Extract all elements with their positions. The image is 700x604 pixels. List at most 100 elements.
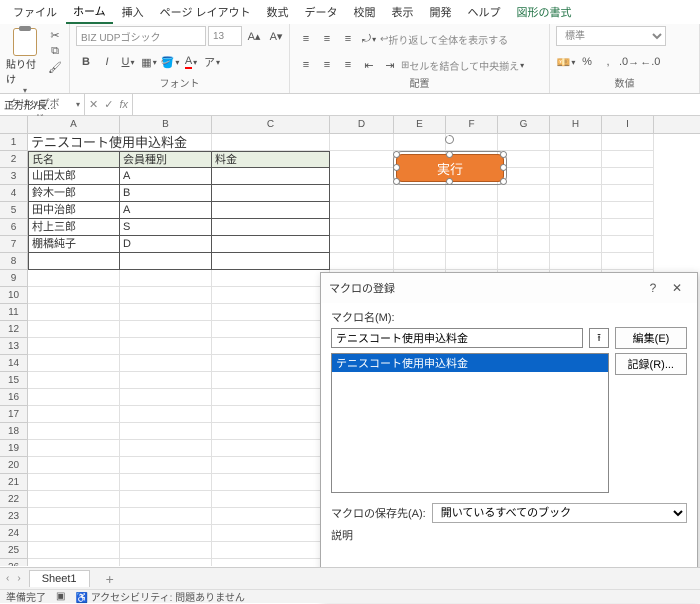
row-header[interactable]: 16 xyxy=(0,389,28,406)
cell[interactable] xyxy=(498,236,550,253)
font-name-select[interactable] xyxy=(76,26,206,46)
align-middle-icon[interactable]: ≡ xyxy=(317,29,337,49)
bold-button[interactable]: B xyxy=(76,52,96,72)
sheet-tab[interactable]: Sheet1 xyxy=(29,570,90,587)
row-header[interactable]: 5 xyxy=(0,202,28,219)
col-header[interactable]: G xyxy=(498,116,550,133)
cell[interactable]: A xyxy=(120,202,212,219)
cell[interactable] xyxy=(446,185,498,202)
cell[interactable] xyxy=(602,202,654,219)
cell[interactable] xyxy=(212,542,330,559)
formula-input[interactable] xyxy=(133,94,700,115)
cell[interactable] xyxy=(28,253,120,270)
cell[interactable] xyxy=(28,287,120,304)
list-item[interactable]: テニスコート使用申込料金 xyxy=(332,354,608,372)
cell[interactable]: 氏名 xyxy=(28,151,120,168)
align-left-icon[interactable]: ≡ xyxy=(296,55,316,75)
cell[interactable] xyxy=(602,253,654,270)
border-button[interactable]: ▦ xyxy=(139,52,159,72)
cell[interactable] xyxy=(212,355,330,372)
cell[interactable] xyxy=(498,185,550,202)
cell[interactable] xyxy=(28,321,120,338)
cell[interactable] xyxy=(28,304,120,321)
menu-dev[interactable]: 開発 xyxy=(423,1,459,23)
cell[interactable] xyxy=(120,270,212,287)
name-box[interactable]: 正方形/長…▾ xyxy=(0,94,85,115)
menu-formulas[interactable]: 数式 xyxy=(260,1,296,23)
underline-button[interactable]: U xyxy=(118,52,138,72)
cell[interactable] xyxy=(120,525,212,542)
cell[interactable] xyxy=(394,202,446,219)
cell[interactable] xyxy=(212,270,330,287)
menu-review[interactable]: 校閲 xyxy=(347,1,383,23)
cell[interactable]: D xyxy=(120,236,212,253)
cell[interactable] xyxy=(28,525,120,542)
cut-icon[interactable]: ✂ xyxy=(47,28,63,42)
cell[interactable] xyxy=(498,253,550,270)
cell[interactable] xyxy=(120,253,212,270)
col-header[interactable]: I xyxy=(602,116,654,133)
cell[interactable] xyxy=(550,151,602,168)
menu-view[interactable]: 表示 xyxy=(385,1,421,23)
currency-icon[interactable]: 💴 xyxy=(556,52,576,72)
cell[interactable] xyxy=(212,236,330,253)
macro-list[interactable]: テニスコート使用申込料金 xyxy=(331,353,609,493)
col-header[interactable]: A xyxy=(28,116,120,133)
cell[interactable] xyxy=(394,253,446,270)
cell[interactable] xyxy=(446,134,498,151)
row-header[interactable]: 17 xyxy=(0,406,28,423)
inc-decimal-icon[interactable]: .0→ xyxy=(619,52,639,72)
cell[interactable] xyxy=(212,406,330,423)
cell[interactable] xyxy=(330,253,394,270)
cell[interactable] xyxy=(120,321,212,338)
menu-data[interactable]: データ xyxy=(298,1,345,23)
menu-file[interactable]: ファイル xyxy=(6,1,64,23)
cell[interactable] xyxy=(550,236,602,253)
row-header[interactable]: 9 xyxy=(0,270,28,287)
cell[interactable]: 棚橋純子 xyxy=(28,236,120,253)
cell[interactable] xyxy=(28,440,120,457)
align-right-icon[interactable]: ≡ xyxy=(338,55,358,75)
macro-rec-icon[interactable]: ▣ xyxy=(56,591,65,602)
cell[interactable] xyxy=(212,389,330,406)
cell[interactable] xyxy=(446,236,498,253)
cell[interactable] xyxy=(394,236,446,253)
cell[interactable] xyxy=(120,508,212,525)
row-header[interactable]: 1 xyxy=(0,134,28,151)
cell[interactable]: 会員種別 xyxy=(120,151,212,168)
align-bottom-icon[interactable]: ≡ xyxy=(338,29,358,49)
cell[interactable]: 鈴木一郎 xyxy=(28,185,120,202)
cell[interactable] xyxy=(498,202,550,219)
row-header[interactable]: 8 xyxy=(0,253,28,270)
row-header[interactable]: 12 xyxy=(0,321,28,338)
cell[interactable] xyxy=(330,134,394,151)
cell[interactable] xyxy=(212,134,330,151)
number-format-select[interactable]: 標準 xyxy=(556,26,666,46)
cell[interactable] xyxy=(212,440,330,457)
col-header[interactable]: B xyxy=(120,116,212,133)
row-header[interactable]: 26 xyxy=(0,559,28,566)
menu-home[interactable]: ホーム xyxy=(66,0,113,24)
cell[interactable] xyxy=(212,185,330,202)
row-header[interactable]: 22 xyxy=(0,491,28,508)
cell[interactable] xyxy=(330,219,394,236)
col-header[interactable]: F xyxy=(446,116,498,133)
cell[interactable] xyxy=(28,491,120,508)
cell[interactable] xyxy=(602,168,654,185)
cell[interactable] xyxy=(120,372,212,389)
store-select[interactable]: 開いているすべてのブック xyxy=(432,503,687,523)
enter-formula-icon[interactable]: ✓ xyxy=(104,98,113,111)
row-header[interactable]: 10 xyxy=(0,287,28,304)
cell[interactable] xyxy=(394,134,446,151)
cell[interactable] xyxy=(120,338,212,355)
fill-color-button[interactable]: 🪣 xyxy=(160,52,180,72)
align-center-icon[interactable]: ≡ xyxy=(317,55,337,75)
decrease-font-icon[interactable]: A▾ xyxy=(266,26,286,46)
add-sheet-icon[interactable]: + xyxy=(98,571,122,587)
cell[interactable] xyxy=(550,253,602,270)
row-header[interactable]: 13 xyxy=(0,338,28,355)
cell[interactable] xyxy=(120,491,212,508)
cell[interactable] xyxy=(120,423,212,440)
help-icon[interactable]: ? xyxy=(641,281,665,295)
italic-button[interactable]: I xyxy=(97,52,117,72)
